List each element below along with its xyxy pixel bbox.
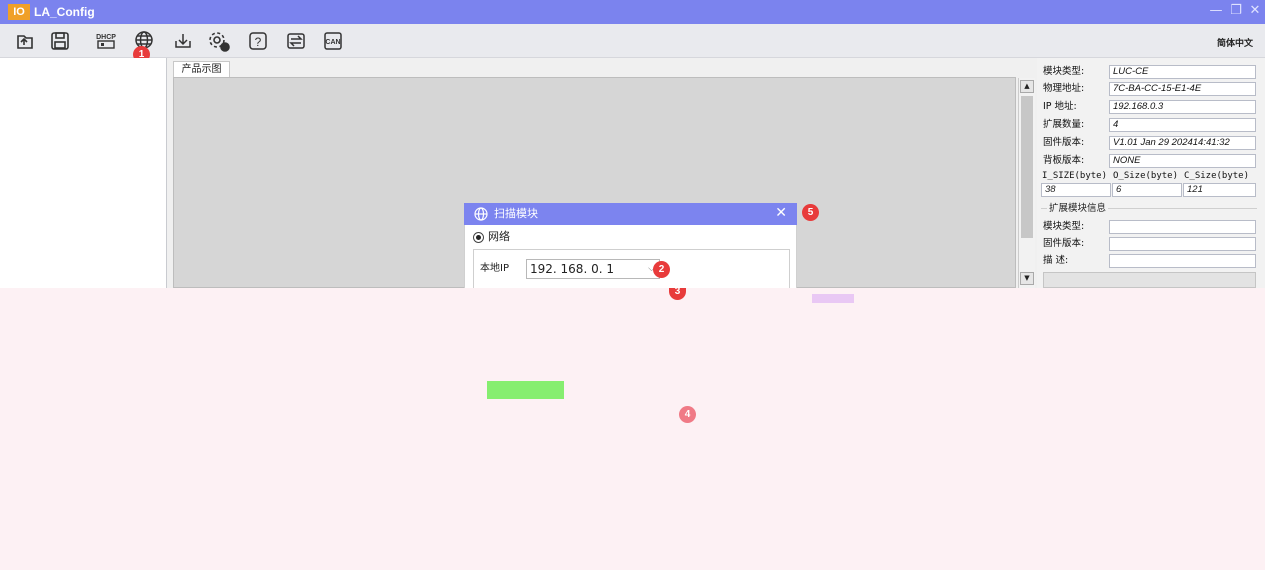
ext-type-label: 模块类型: xyxy=(1043,221,1085,232)
o-size-header: O_Size(byte) xyxy=(1113,171,1179,181)
app-title: LA_Config xyxy=(34,5,95,19)
network-radio-label: 网络 xyxy=(488,230,510,243)
scan-dialog-body: 网络 本地IP 192. 168. 0. 1 ⌵ xyxy=(464,225,797,288)
can-icon[interactable]: CAN xyxy=(320,28,346,54)
scan-start-button[interactable] xyxy=(487,381,564,399)
download-icon[interactable] xyxy=(170,28,196,54)
ext-count-label: 扩展数量: xyxy=(1043,119,1085,130)
firmware-value: V1.01 Jan 29 202414:41:32 xyxy=(1109,136,1256,150)
c-size-value: 121 xyxy=(1183,183,1256,197)
save-icon[interactable] xyxy=(47,28,73,54)
local-ip-select[interactable]: 192. 168. 0. 1 ⌵ xyxy=(526,259,660,279)
edge-text-strip xyxy=(1223,8,1231,58)
i-size-header: I_SIZE(byte) xyxy=(1042,171,1108,181)
local-ip-value: 192. 168. 0. 1 xyxy=(530,262,614,276)
local-ip-label: 本地IP xyxy=(480,263,509,274)
scroll-down-icon[interactable]: ▼ xyxy=(1020,272,1034,285)
close-button[interactable]: ✕ xyxy=(1247,3,1263,19)
scroll-up-icon[interactable]: ▲ xyxy=(1020,80,1034,93)
ip-address-value: 192.168.0.3 xyxy=(1109,100,1256,114)
scroll-thumb[interactable] xyxy=(1021,96,1033,238)
highlight-mark xyxy=(812,294,854,303)
backplane-label: 背板版本: xyxy=(1043,155,1085,166)
help-icon[interactable]: ? xyxy=(245,28,271,54)
ext-desc-label: 描 述: xyxy=(1043,255,1069,266)
annotation-badge-2: 2 xyxy=(653,261,670,278)
ext-desc-value xyxy=(1109,254,1256,268)
scan-dialog-title: 扫描模块 xyxy=(494,207,538,220)
o-size-value: 6 xyxy=(1112,183,1182,197)
local-ip-group: 本地IP 192. 168. 0. 1 ⌵ xyxy=(473,249,790,288)
firmware-label: 固件版本: xyxy=(1043,137,1085,148)
ext-firmware-label: 固件版本: xyxy=(1043,238,1085,249)
network-radio[interactable] xyxy=(473,232,484,243)
ext-module-title: 扩展模块信息 xyxy=(1047,203,1109,215)
ip-address-label: IP 地址: xyxy=(1043,101,1077,112)
lower-obscured-region xyxy=(0,288,1265,570)
ext-firmware-value xyxy=(1109,237,1256,251)
dhcp-label: DHCP xyxy=(96,34,116,41)
globe-icon xyxy=(473,206,489,222)
vertical-scrollbar[interactable]: ▲ ▼ xyxy=(1018,78,1035,288)
annotation-badge-5: 5 xyxy=(802,204,819,221)
app-logo: IO xyxy=(8,4,30,20)
ext-type-value xyxy=(1109,220,1256,234)
tab-product-view[interactable]: 产品示图 xyxy=(173,61,230,77)
title-bar: IO LA_Config — ❐ ✕ xyxy=(0,0,1265,24)
annotation-badge-4: 4 xyxy=(679,406,696,423)
module-type-label: 模块类型: xyxy=(1043,66,1085,77)
backplane-value: NONE xyxy=(1109,154,1256,168)
can-label: CAN xyxy=(325,39,340,46)
module-info-panel: 模块类型: LUC-CE 物理地址: 7C-BA-CC-15-E1-4E IP … xyxy=(1037,58,1265,288)
ext-count-value: 4 xyxy=(1109,118,1256,132)
module-type-value: LUC-CE xyxy=(1109,65,1256,79)
c-size-header: C_Size(byte) xyxy=(1184,171,1250,181)
toolbar: DHCP ? CAN 简体中文 xyxy=(0,24,1265,58)
mac-address-label: 物理地址: xyxy=(1043,83,1085,94)
dialog-close-icon[interactable]: ✕ xyxy=(775,205,787,221)
panel-action-button[interactable] xyxy=(1043,272,1256,288)
i-size-value: 38 xyxy=(1041,183,1111,197)
help-label: ? xyxy=(255,35,262,49)
compare-icon[interactable] xyxy=(283,28,309,54)
dhcp-icon[interactable]: DHCP xyxy=(93,28,119,54)
scan-dialog-header: 扫描模块 ✕ xyxy=(464,203,797,225)
gear-settings-icon[interactable] xyxy=(206,28,232,54)
mac-address-value: 7C-BA-CC-15-E1-4E xyxy=(1109,82,1256,96)
module-tree-pane[interactable] xyxy=(0,58,167,288)
open-file-icon[interactable] xyxy=(12,28,38,54)
minimize-button[interactable]: — xyxy=(1208,3,1224,19)
